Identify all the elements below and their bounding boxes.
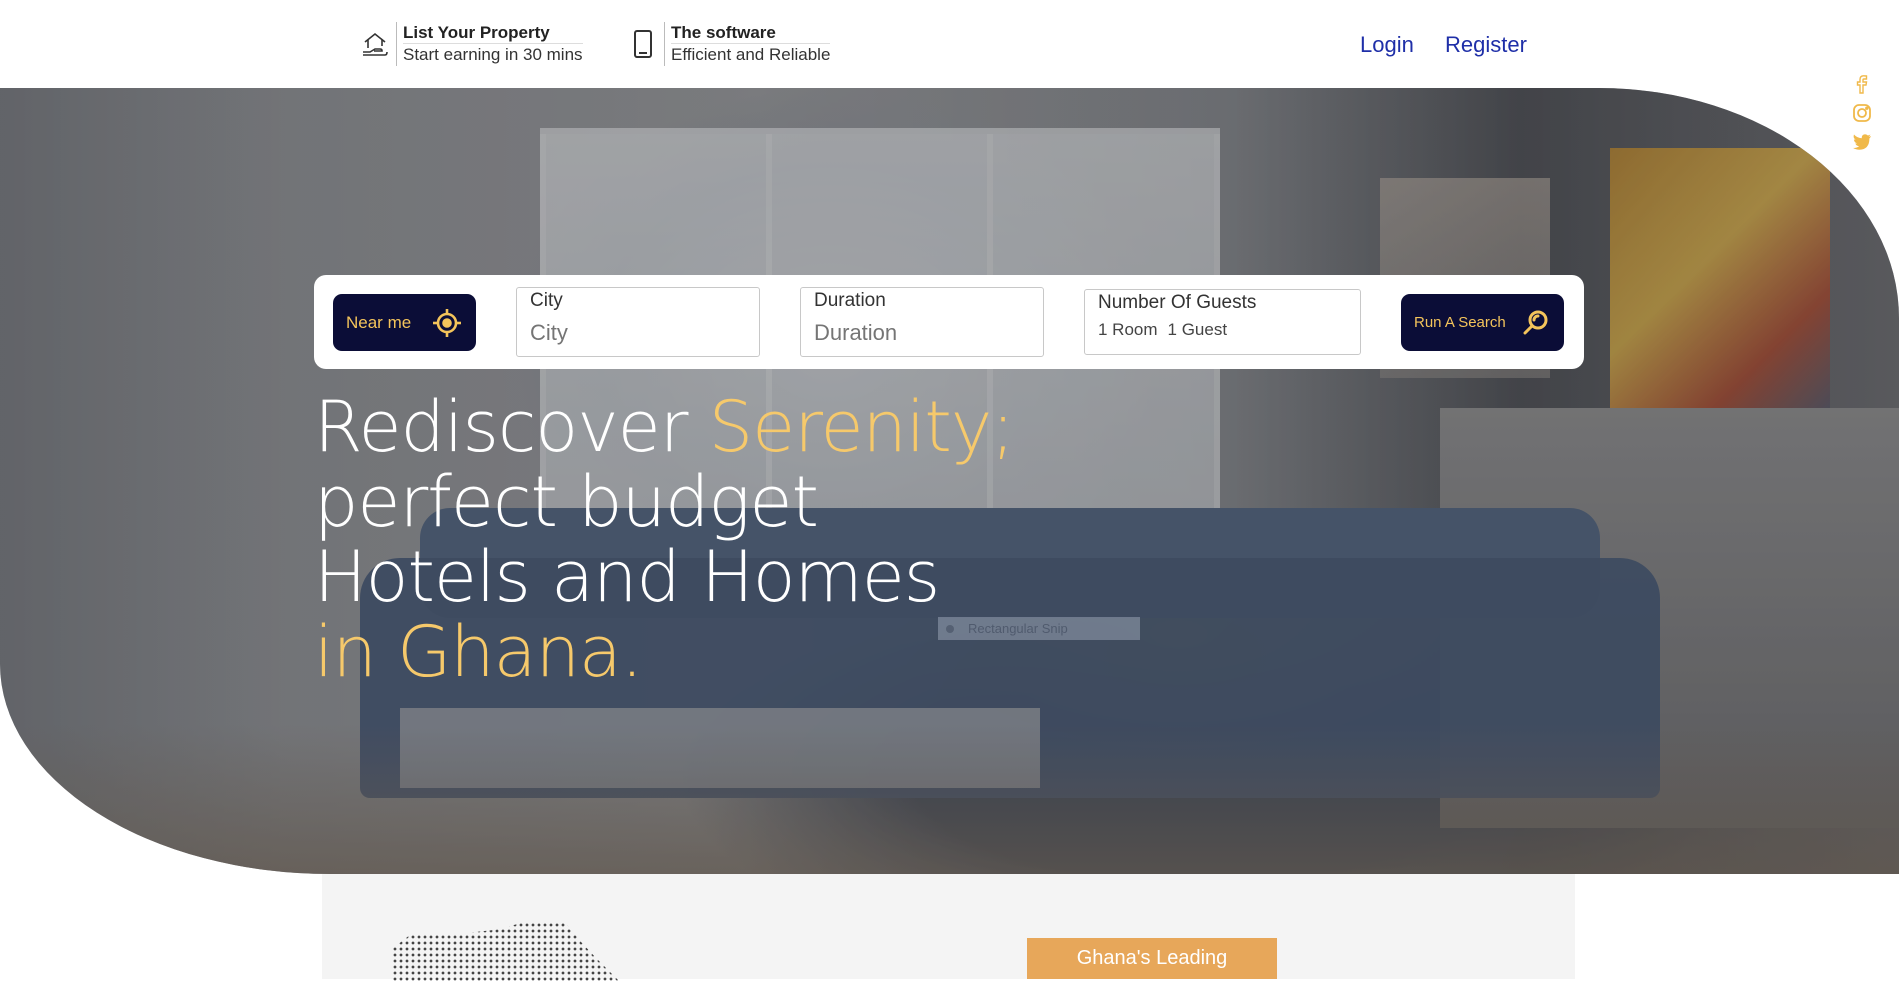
twitter-icon[interactable] bbox=[1852, 132, 1872, 152]
house-hand-icon bbox=[360, 24, 390, 64]
register-link[interactable]: Register bbox=[1445, 32, 1527, 58]
top-header: List Your Property Start earning in 30 m… bbox=[0, 0, 1899, 88]
hero-headline: Rediscover Serenity; perfect budget Hote… bbox=[314, 390, 1015, 693]
dotted-map-graphic bbox=[392, 922, 620, 982]
run-search-button[interactable]: Run A Search bbox=[1401, 294, 1564, 351]
guests-label: Number Of Guests bbox=[1098, 292, 1257, 313]
run-search-label: Run A Search bbox=[1414, 314, 1506, 331]
duration-field[interactable]: Duration bbox=[800, 287, 1044, 357]
facebook-icon[interactable] bbox=[1852, 74, 1872, 94]
list-property-title: List Your Property bbox=[403, 22, 583, 44]
headline-line3: Hotels and Homes bbox=[314, 536, 940, 618]
list-property-subtitle: Start earning in 30 mins bbox=[403, 45, 583, 64]
list-property-promo[interactable]: List Your Property Start earning in 30 m… bbox=[360, 22, 583, 66]
ghanas-leading-badge: Ghana's Leading bbox=[1027, 938, 1277, 979]
city-input[interactable] bbox=[530, 320, 746, 346]
about-section: Ghana's Leading bbox=[322, 874, 1575, 982]
login-link[interactable]: Login bbox=[1360, 32, 1414, 58]
software-title: The software bbox=[671, 22, 831, 44]
crosshair-location-icon bbox=[432, 308, 462, 343]
city-label: City bbox=[530, 290, 563, 311]
search-bar: Near me City Duration Number Of Guests 1… bbox=[314, 275, 1584, 369]
duration-input[interactable] bbox=[814, 320, 1030, 346]
near-me-button[interactable]: Near me bbox=[333, 294, 476, 351]
duration-label: Duration bbox=[814, 290, 886, 311]
headline-line1: Rediscover bbox=[314, 386, 709, 468]
smartphone-icon bbox=[628, 24, 658, 64]
software-promo[interactable]: The software Efficient and Reliable bbox=[628, 22, 831, 66]
guests-count: 1 Guest bbox=[1167, 320, 1228, 339]
headline-line2: perfect budget bbox=[314, 461, 819, 543]
headline-serenity: Serenity; bbox=[708, 386, 1015, 468]
snip-label: Rectangular Snip bbox=[968, 621, 1068, 636]
city-field[interactable]: City bbox=[516, 287, 760, 357]
guests-selector[interactable]: Number Of Guests 1 Room 1 Guest bbox=[1084, 289, 1361, 355]
social-links bbox=[1852, 74, 1872, 152]
near-me-label: Near me bbox=[346, 312, 412, 332]
search-icon bbox=[1522, 309, 1550, 341]
instagram-icon[interactable] bbox=[1852, 103, 1872, 123]
snip-icon bbox=[946, 624, 954, 633]
headline-line4: in Ghana. bbox=[314, 611, 643, 693]
snip-tool-overlay: Rectangular Snip bbox=[938, 617, 1140, 640]
software-subtitle: Efficient and Reliable bbox=[671, 45, 831, 64]
rooms-count: 1 Room bbox=[1098, 320, 1158, 339]
